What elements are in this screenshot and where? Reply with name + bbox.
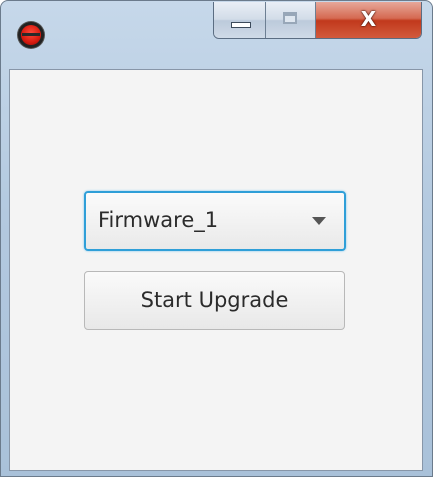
minimize-button[interactable] [214, 2, 266, 38]
title-bar[interactable]: X [1, 1, 432, 65]
minimize-icon [231, 22, 251, 28]
application-window: X Firmware_1 Start Upgrade [0, 0, 433, 477]
maximize-icon [283, 12, 297, 24]
window-content: Firmware_1 Start Upgrade [9, 69, 423, 471]
app-logo-icon[interactable] [18, 22, 44, 48]
firmware-select[interactable]: Firmware_1 [84, 191, 346, 251]
window-controls: X [213, 2, 422, 39]
chevron-down-icon[interactable] [312, 217, 326, 225]
maximize-button[interactable] [266, 2, 316, 38]
close-icon: X [360, 7, 377, 31]
start-upgrade-button[interactable]: Start Upgrade [84, 271, 345, 330]
app-logo-stripe [22, 33, 40, 36]
firmware-select-value: Firmware_1 [98, 208, 219, 232]
close-button[interactable]: X [316, 2, 421, 38]
